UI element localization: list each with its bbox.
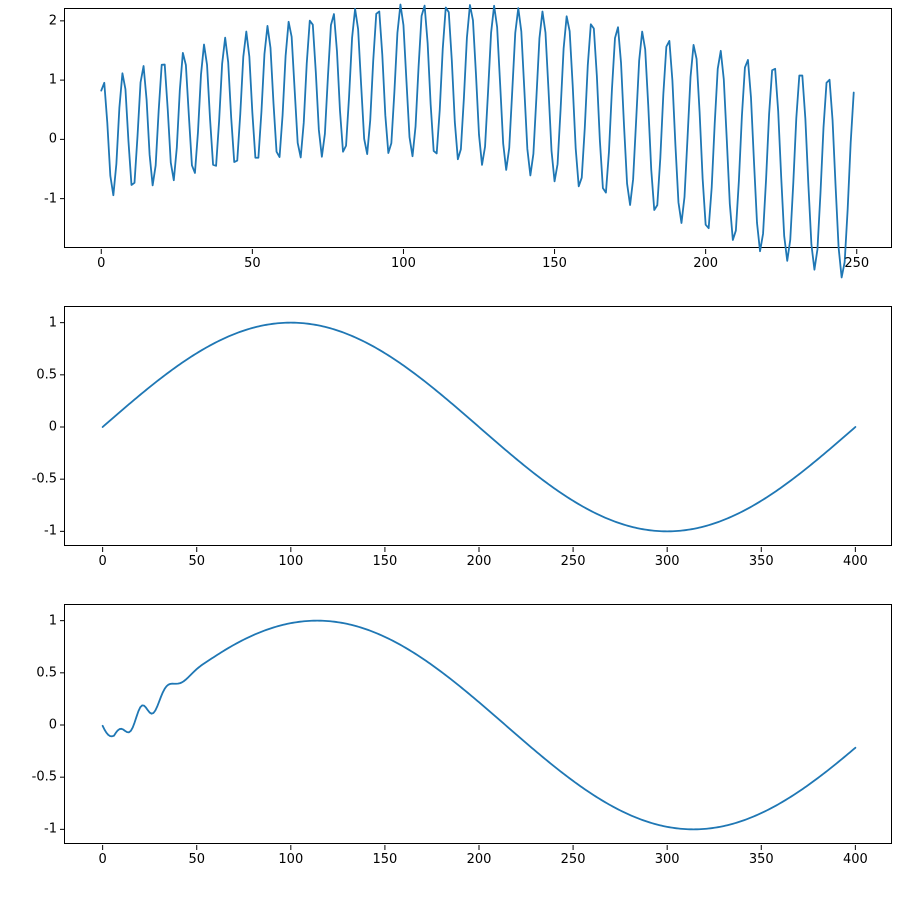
ytick-label: 1: [49, 73, 57, 88]
xtick-label: 400: [843, 554, 868, 569]
plot-canvas: [65, 605, 891, 843]
xtick-label: 100: [391, 256, 416, 271]
xtick-label: 100: [278, 852, 303, 867]
xtick-label: 0: [98, 554, 106, 569]
xtick-label: 200: [467, 852, 492, 867]
xtick-label: 350: [749, 554, 774, 569]
xtick-label: 150: [542, 256, 567, 271]
ytick-label: 0.5: [36, 665, 57, 680]
ytick-label: 0: [49, 420, 57, 435]
series-envelope-offset: [103, 621, 856, 830]
ytick-label: -0.5: [32, 770, 57, 785]
xtick-label: 250: [561, 554, 586, 569]
xtick-label: 300: [655, 554, 680, 569]
figure: 050100150200250-101205010015020025030035…: [0, 0, 914, 906]
xtick-label: 250: [844, 256, 869, 271]
ytick-label: -1: [44, 191, 57, 206]
ytick-label: 2: [49, 13, 57, 28]
axes-1: 050100150200250300350400-1-0.500.51: [64, 306, 892, 546]
xtick-label: 150: [372, 554, 397, 569]
axes-0: 050100150200250-1012: [64, 8, 892, 248]
axes-2: 050100150200250300350400-1-0.500.51: [64, 604, 892, 844]
xtick-label: 200: [467, 554, 492, 569]
xtick-label: 0: [97, 256, 105, 271]
series-slow-sine: [103, 323, 856, 532]
ytick-label: 1: [49, 613, 57, 628]
xtick-label: 50: [188, 554, 205, 569]
xtick-label: 100: [278, 554, 303, 569]
xtick-label: 200: [693, 256, 718, 271]
series-signal: [101, 5, 853, 278]
plot-canvas: [65, 307, 891, 545]
xtick-label: 50: [244, 256, 261, 271]
xtick-label: 400: [843, 852, 868, 867]
ytick-label: -1: [44, 822, 57, 837]
ytick-label: -0.5: [32, 472, 57, 487]
xtick-label: 50: [188, 852, 205, 867]
xtick-label: 350: [749, 852, 774, 867]
xtick-label: 150: [372, 852, 397, 867]
ytick-label: 0: [49, 718, 57, 733]
xtick-label: 300: [655, 852, 680, 867]
xtick-label: 0: [98, 852, 106, 867]
ytick-label: 0: [49, 132, 57, 147]
plot-canvas: [65, 9, 891, 247]
xtick-label: 250: [561, 852, 586, 867]
ytick-label: -1: [44, 524, 57, 539]
ytick-label: 1: [49, 315, 57, 330]
ytick-label: 0.5: [36, 367, 57, 382]
